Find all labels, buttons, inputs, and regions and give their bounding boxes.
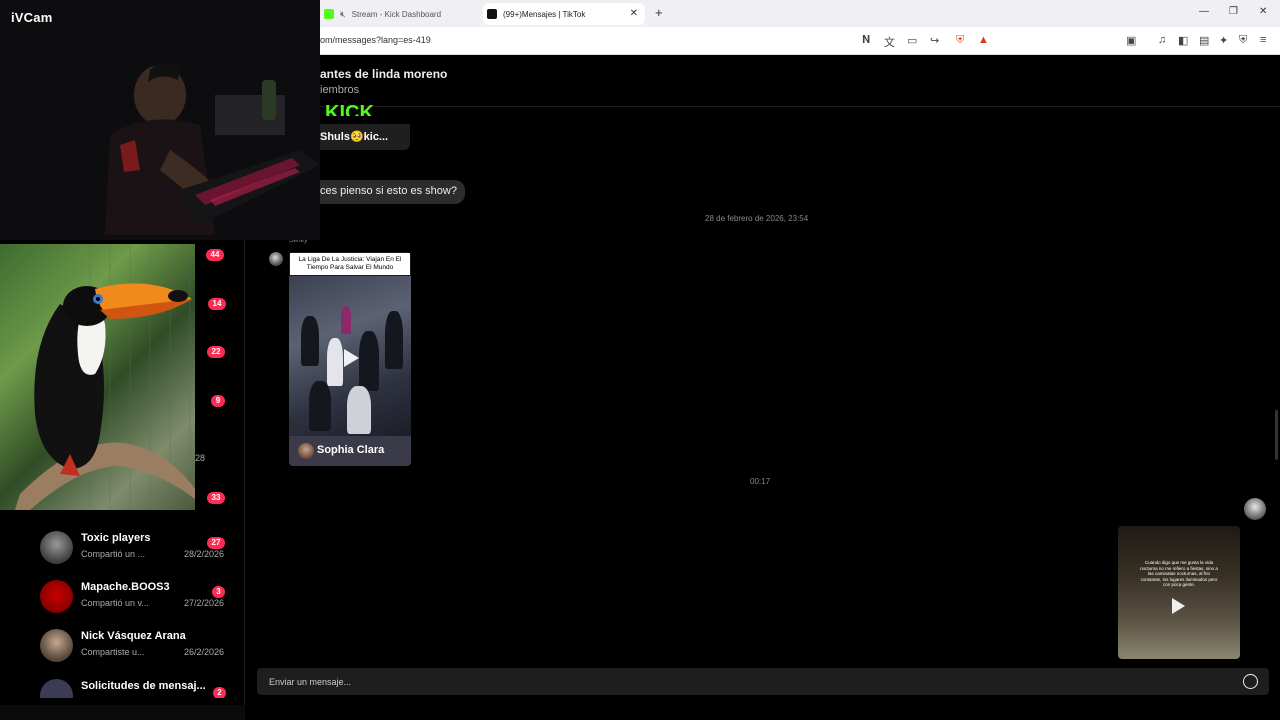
- conversation-item[interactable]: Mapache.BOOS3 Compartió un v... 27/2/202…: [40, 579, 240, 619]
- sender-avatar[interactable]: [269, 252, 283, 266]
- conversation-item[interactable]: Nick Vásquez Arana Compartiste u... 26/2…: [40, 628, 240, 668]
- webcam-label: iVCam: [11, 10, 53, 25]
- unread-badge: 22: [207, 346, 225, 358]
- group-title[interactable]: antes de linda moreno: [320, 67, 447, 81]
- tab-kick-dashboard[interactable]: 🔇︎ Stream - Kick Dashboard: [320, 3, 480, 25]
- unread-badge: 27: [207, 537, 225, 549]
- unread-badge: 44: [206, 249, 224, 261]
- requests-icon: [40, 679, 73, 698]
- message-requests-item[interactable]: Solicitudes de mensaj... 2: [40, 678, 240, 698]
- conversation-preview: Compartió un v...: [81, 598, 149, 608]
- mute-icon[interactable]: 🔇︎: [340, 9, 346, 20]
- minimize-icon[interactable]: —: [1199, 6, 1209, 17]
- url-text[interactable]: om/messages?lang=es-419: [320, 35, 431, 45]
- cast-icon[interactable]: ▭: [907, 34, 917, 47]
- chat-header: antes de linda moreno iembros: [320, 55, 1280, 107]
- conversation-name: Nick Vásquez Arana: [81, 630, 186, 642]
- reader-icon[interactable]: 𝐍: [862, 34, 870, 47]
- unread-badge: 33: [207, 492, 225, 504]
- conversation-date: 28/2/2026: [184, 549, 225, 559]
- unread-badge: 3: [212, 586, 225, 598]
- conversation-avatar: [40, 629, 73, 662]
- split-view-icon[interactable]: ◧: [1178, 34, 1188, 47]
- my-avatar[interactable]: [1244, 498, 1266, 520]
- leo-icon[interactable]: ✦: [1219, 34, 1228, 47]
- play-icon[interactable]: [1172, 598, 1185, 614]
- music-icon[interactable]: ♫: [1158, 34, 1166, 46]
- translate-icon[interactable]: 文: [884, 34, 895, 50]
- play-icon[interactable]: [344, 349, 359, 367]
- toucan-image: [0, 244, 195, 510]
- conversation-avatar: [40, 580, 73, 613]
- rewards-icon[interactable]: ▲: [978, 34, 989, 46]
- screen: antes de linda moreno iembros KICK Shuls…: [0, 0, 1280, 720]
- message-bubble: ces pienso si esto es show?: [320, 180, 465, 204]
- conversation-name: Toxic players: [81, 532, 151, 544]
- shared-stream-card[interactable]: Shuls🥺kic...: [320, 124, 410, 150]
- kick-favicon-icon: [324, 9, 334, 19]
- author-avatar: [298, 443, 314, 459]
- conversation-avatar: [40, 531, 73, 564]
- unread-badge: 2: [213, 687, 226, 698]
- vpn-icon[interactable]: ⛨: [1239, 34, 1247, 47]
- message-input[interactable]: [269, 673, 1219, 690]
- shared-stream-label: Shuls🥺kic...: [320, 131, 389, 143]
- emoji-icon[interactable]: [1243, 674, 1258, 689]
- video2-caption: Cuando digo que me gusta la vida nocturn…: [1140, 560, 1218, 587]
- kick-logo-text: KICK: [325, 102, 374, 116]
- message-composer: [257, 668, 1269, 695]
- scrollbar[interactable]: [1275, 410, 1278, 460]
- shared-video-card[interactable]: La Liga De La Justicia: Viajan En El Tie…: [289, 252, 411, 466]
- message-text: ces pienso si esto es show?: [320, 185, 457, 197]
- menu-icon[interactable]: ≡: [1260, 34, 1266, 46]
- time-separator: 00:17: [750, 477, 771, 486]
- tiktok-favicon-icon: [487, 9, 497, 19]
- conversation-name: Solicitudes de mensaj...: [81, 680, 206, 692]
- conversation-name: Mapache.BOOS3: [81, 581, 170, 593]
- shared-video-card-2[interactable]: Cuando digo que me gusta la vida nocturn…: [1118, 526, 1240, 659]
- video-caption: La Liga De La Justicia: Viajan En El Tie…: [290, 253, 410, 275]
- conversation-date: 26/2/2026: [184, 647, 225, 657]
- share-icon[interactable]: ↪: [930, 34, 939, 47]
- new-tab-icon[interactable]: +: [655, 5, 663, 20]
- video-author-name: Sophia Clara: [317, 444, 385, 456]
- wallet-icon[interactable]: ▤: [1199, 34, 1209, 47]
- conversation-date: 28: [195, 453, 206, 463]
- tab-tiktok-messages[interactable]: (99+)Mensajes | TikTok ✕: [483, 3, 645, 25]
- conversation-preview: Compartió un ...: [81, 549, 146, 559]
- webcam-overlay: iVCam: [0, 0, 320, 240]
- unread-badge: 14: [208, 298, 226, 310]
- conversation-item[interactable]: Toxic players Compartió un ... 28/2/2026…: [40, 530, 240, 570]
- unread-badge: 9: [211, 395, 225, 407]
- restore-icon[interactable]: ❐: [1229, 6, 1238, 17]
- address-bar: om/messages?lang=es-419 𝐍 文 ▭ ↪ ⛨ ▲ ▣ ♫ …: [320, 27, 1280, 55]
- webcam-feed: [0, 0, 320, 240]
- conversation-date: 27/2/2026: [184, 598, 225, 608]
- close-window-icon[interactable]: ✕: [1259, 6, 1267, 17]
- tab-title: (99+)Mensajes | TikTok: [503, 9, 586, 19]
- conversation-preview: Compartiste u...: [81, 647, 145, 657]
- brave-shield-icon[interactable]: ⛨: [956, 34, 964, 47]
- browser-tab-bar: 🔇︎ Stream - Kick Dashboard (99+)Mensajes…: [320, 0, 1280, 27]
- date-separator: 28 de febrero de 2026, 23:54: [705, 214, 809, 223]
- close-tab-icon[interactable]: ✕: [630, 8, 638, 19]
- group-members-count: iembros: [320, 84, 360, 96]
- video-author-bar: Sophia Clara: [289, 436, 411, 466]
- tab-title: Stream - Kick Dashboard: [351, 9, 442, 19]
- sidebar-toggle-icon[interactable]: ▣: [1126, 34, 1136, 47]
